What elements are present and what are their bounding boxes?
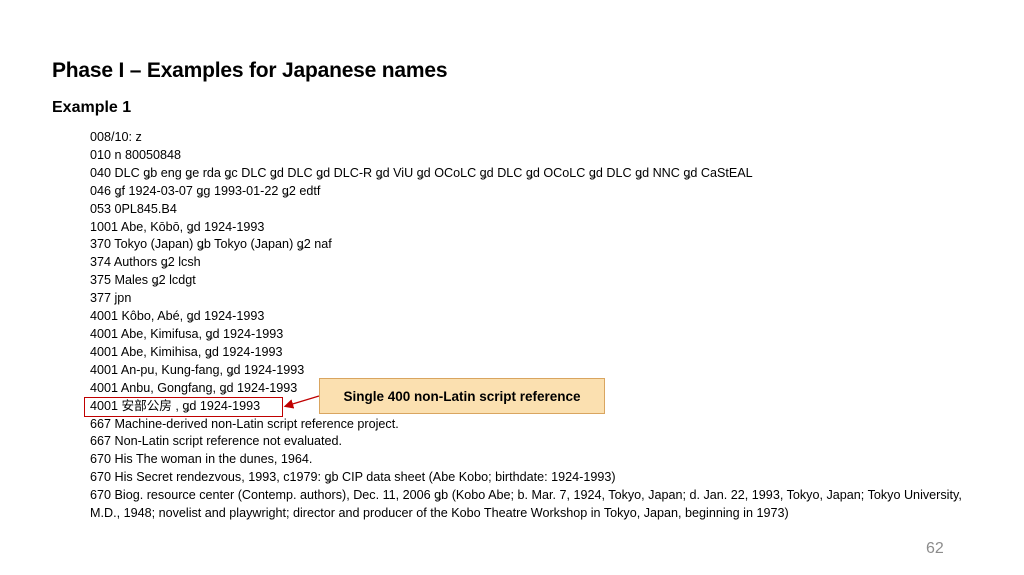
slide-subtitle: Example 1 — [52, 99, 132, 116]
record-line-100: 1001 Abe, Kōbō, ǥd 1924-1993 — [90, 219, 265, 234]
record-line-670: 670 His Secret rendezvous, 1993, c1979: … — [90, 470, 616, 485]
record-line-667: 667 Non-Latin script reference not evalu… — [90, 434, 343, 449]
page-number: 62 — [926, 540, 944, 557]
record-line-670: 670 His The woman in the dunes, 1964. — [90, 452, 313, 467]
record-line-046: 046 ǥf 1924-03-07 ǥg 1993-01-22 ǥ2 edtf — [90, 183, 321, 198]
record-line-008: 008/10: z — [90, 130, 142, 144]
marc-record: 008/10: z 010 n 80050848 040 DLC ǥb eng … — [90, 129, 970, 523]
record-line-040: 040 DLC ǥb eng ǥe rda ǥc DLC ǥd DLC ǥd D… — [90, 165, 753, 180]
slide-title: Phase I – Examples for Japanese names — [52, 59, 448, 82]
record-line-400: 4001 Abe, Kimifusa, ǥd 1924-1993 — [90, 326, 284, 341]
record-line-375: 375 Males ǥ2 lcdgt — [90, 273, 196, 288]
record-line-374: 374 Authors ǥ2 lcsh — [90, 255, 201, 270]
record-line-010: 010 n 80050848 — [90, 147, 182, 162]
record-line-670: 670 Biog. resource center (Contemp. auth… — [90, 488, 962, 521]
record-line-377: 377 jpn — [90, 291, 132, 306]
record-line-370: 370 Tokyo (Japan) ǥb Tokyo (Japan) ǥ2 na… — [90, 237, 332, 252]
non-latin-highlight-box — [84, 397, 283, 417]
slide: Phase I – Examples for Japanese names Ex… — [0, 0, 1024, 575]
record-line-667: 667 Machine-derived non-Latin script ref… — [90, 416, 399, 431]
record-line-400: 4001 An-pu, Kung-fang, ǥd 1924-1993 — [90, 362, 305, 377]
record-line-400: 4001 Abe, Kimihisa, ǥd 1924-1993 — [90, 344, 283, 359]
callout-label: Single 400 non-Latin script reference — [319, 378, 605, 414]
record-line-053: 053 0PL845.B4 — [90, 201, 177, 216]
record-line-400: 4001 Kôbo, Abé, ǥd 1924-1993 — [90, 309, 265, 324]
